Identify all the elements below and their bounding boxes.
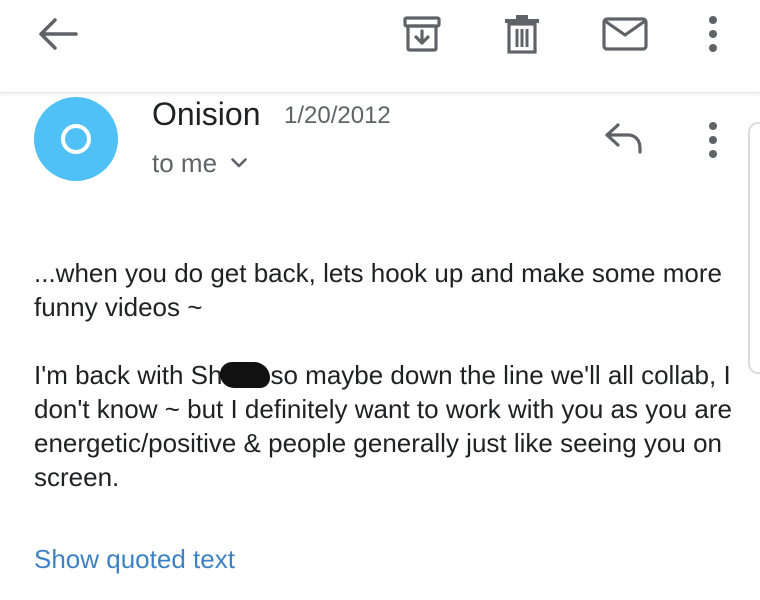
arrow-back-icon [39,18,78,50]
message-more-button[interactable] [692,116,734,164]
more-options-button[interactable] [692,10,734,58]
chevron-down-icon [231,158,247,168]
delete-button[interactable] [498,10,546,58]
message-date: 1/20/2012 [284,102,391,129]
scroll-handle[interactable] [748,122,760,374]
archive-button[interactable] [398,10,446,58]
mark-unread-button[interactable] [598,10,652,58]
recipient-details-toggle[interactable]: to me [152,146,247,180]
more-vert-icon [709,16,717,52]
avatar[interactable] [34,97,118,181]
sender-name: Onision [152,96,261,132]
top-toolbar [0,0,760,93]
redaction-mark [220,362,271,388]
more-vert-icon [709,122,717,158]
archive-icon [403,16,441,52]
paragraph-2-start: I'm back with Sh [34,360,223,390]
avatar-initial-ring [61,124,91,154]
reply-button[interactable] [600,116,648,160]
back-button[interactable] [32,12,84,56]
message-body: ...when you do get back, lets hook up an… [34,256,746,494]
reply-icon [605,123,642,154]
mail-icon [602,17,648,51]
message-paragraph-1: ...when you do get back, lets hook up an… [34,258,722,322]
recipient-label: to me [152,147,218,178]
trash-icon [505,15,539,54]
show-quoted-text-link[interactable]: Show quoted text [34,542,235,576]
message-paragraph-2: I'm back with Sh so maybe down the line w… [34,358,746,494]
